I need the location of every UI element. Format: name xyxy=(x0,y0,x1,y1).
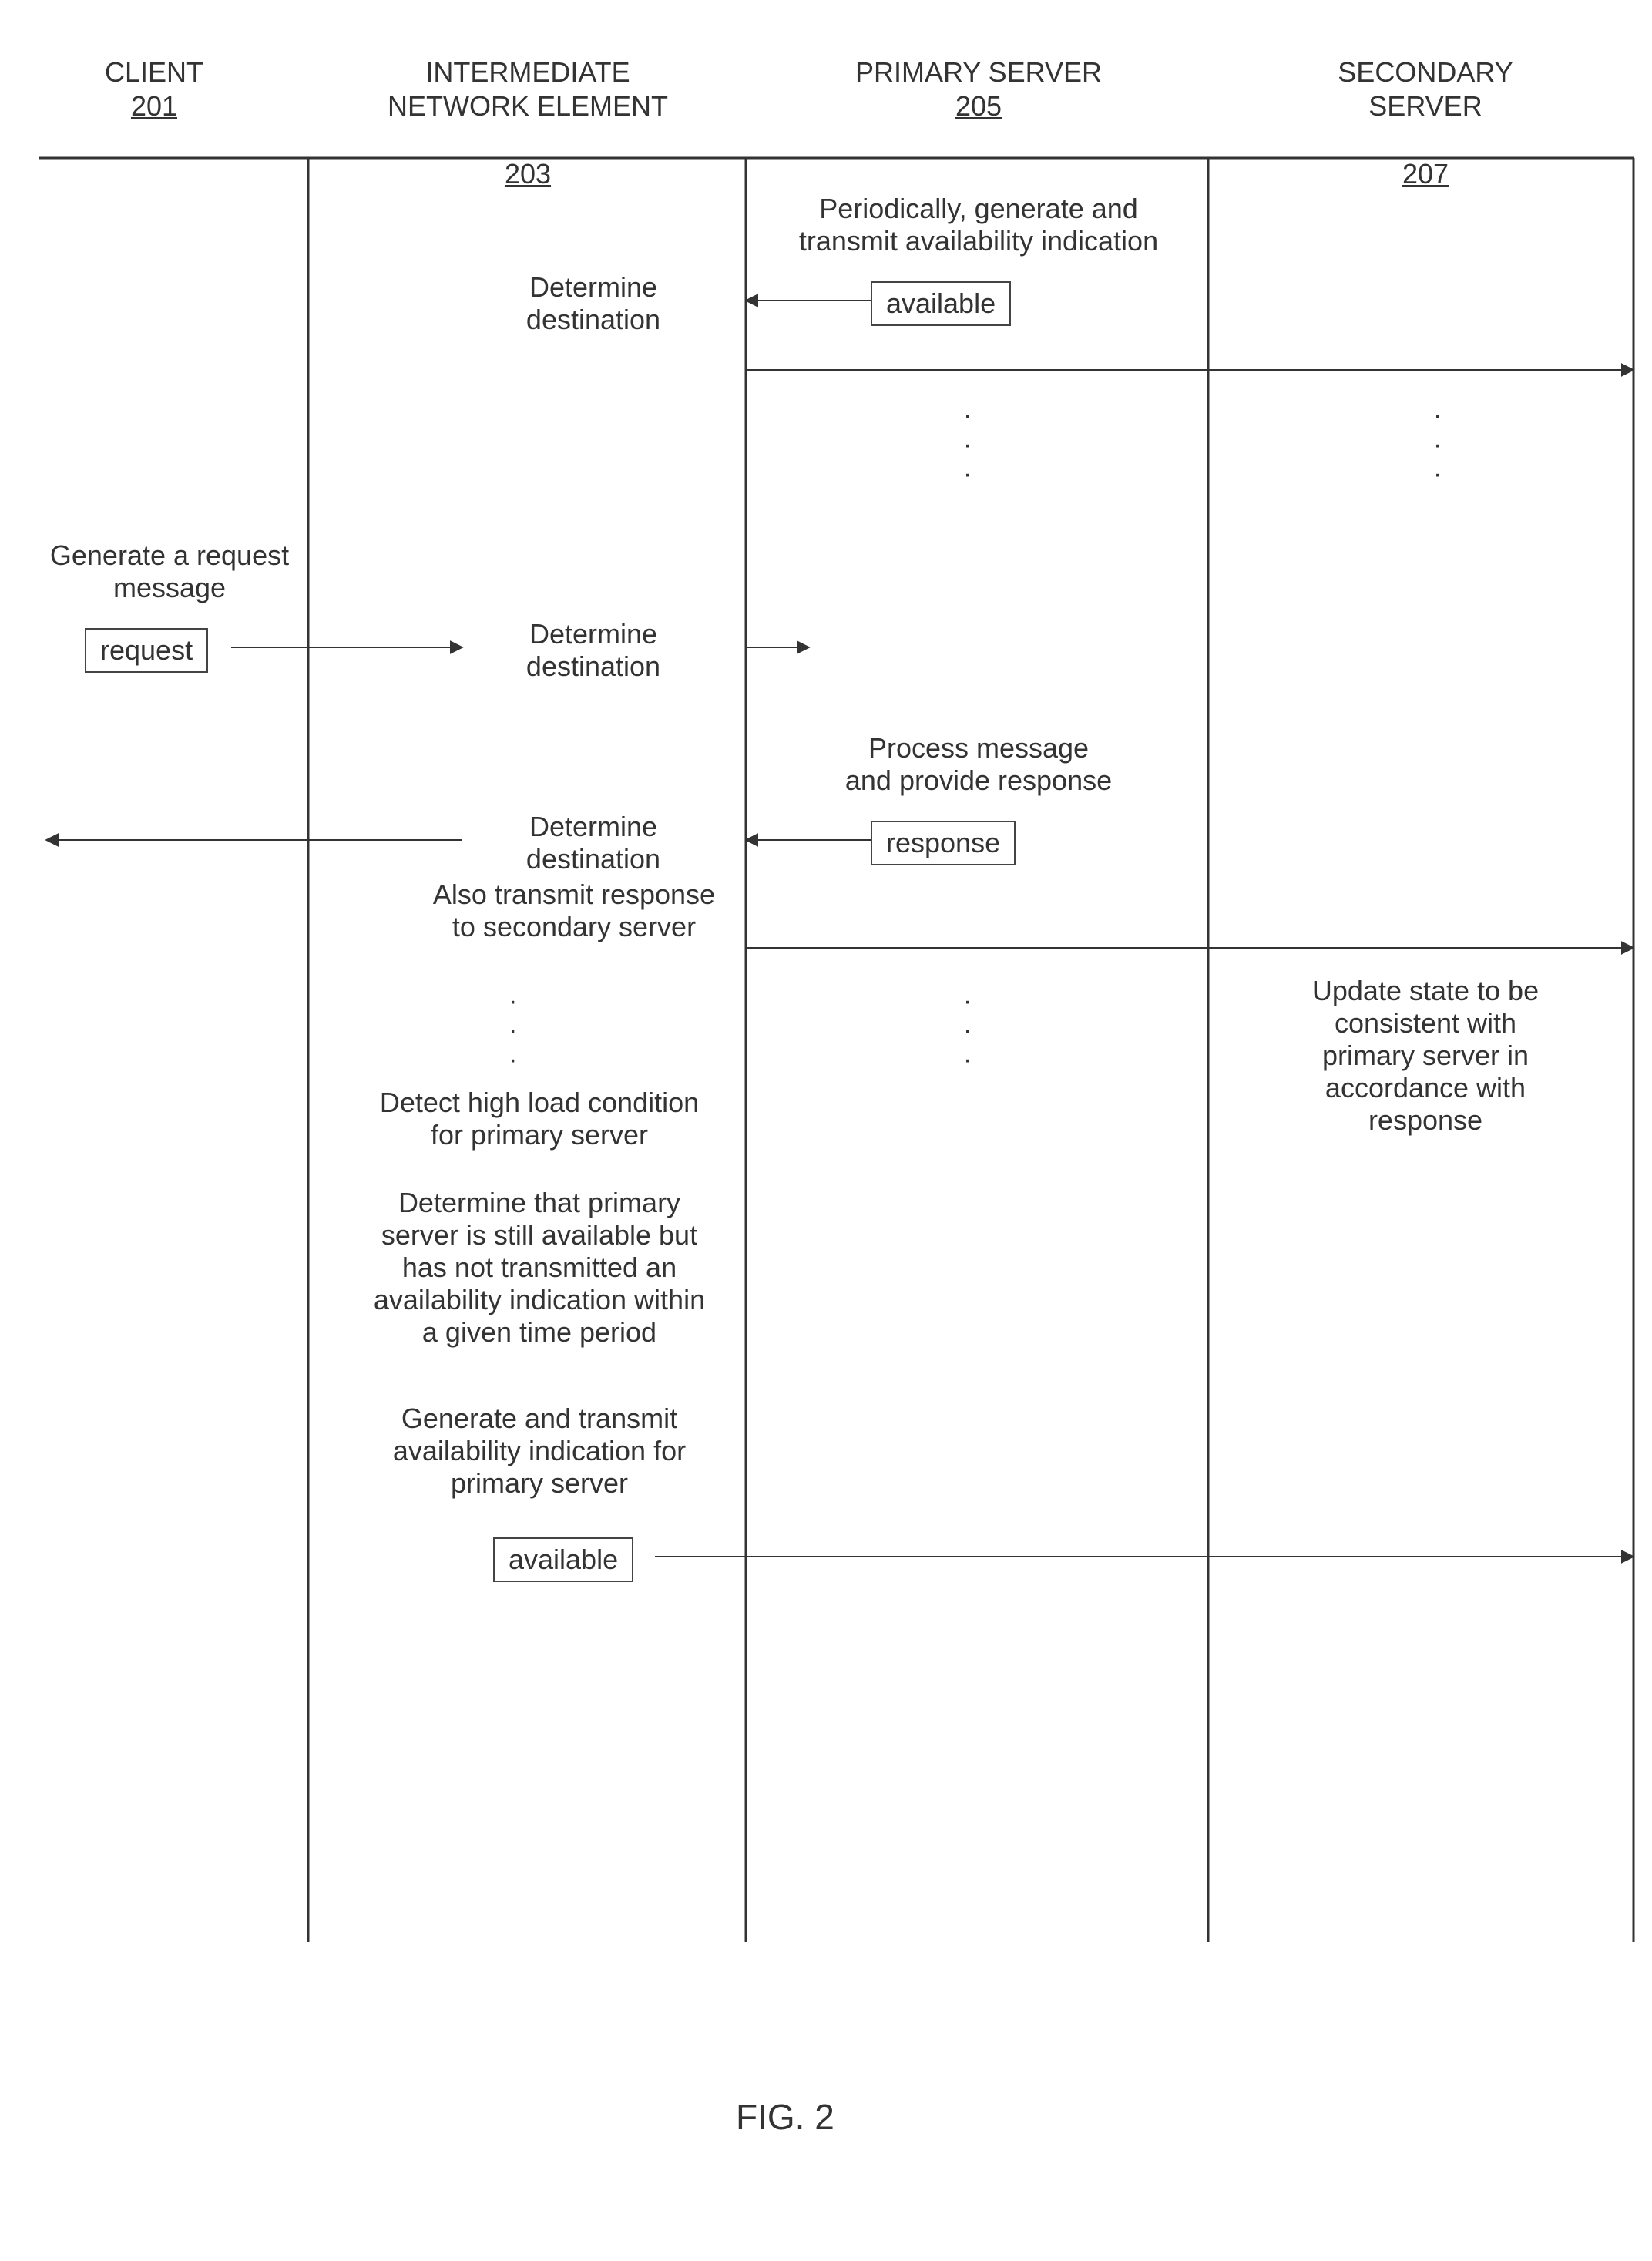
text-determine-avail: Determine that primary server is still a… xyxy=(347,1187,732,1349)
ellipsis-1: · · · xyxy=(963,401,972,489)
text-update-state: Update state to be consistent with prima… xyxy=(1233,975,1618,1137)
box-response: response xyxy=(871,821,1016,865)
text-det-dest-1: Determine destination xyxy=(478,271,709,336)
ellipsis-2: · · · xyxy=(1433,401,1442,489)
text-process-msg: Process message and provide response xyxy=(782,732,1175,797)
text-gen-request: Generate a request message xyxy=(31,539,308,604)
box-request: request xyxy=(85,628,208,673)
sequence-diagram: CLIENT 201 INTERMEDIATE NETWORK ELEMENT … xyxy=(0,0,1652,2261)
ellipsis-4: · · · xyxy=(963,986,972,1074)
ellipsis-3: · · · xyxy=(509,986,517,1074)
text-det-dest-2: Determine destination xyxy=(478,618,709,683)
box-available-2: available xyxy=(493,1537,633,1582)
text-also-transmit: Also transmit response to secondary serv… xyxy=(408,879,740,943)
text-detect-load: Detect high load condition for primary s… xyxy=(354,1087,724,1151)
text-gen-avail: Generate and transmit availability indic… xyxy=(362,1403,717,1500)
text-periodic: Periodically, generate and transmit avai… xyxy=(774,193,1183,257)
figure-label: FIG. 2 xyxy=(736,2096,834,2138)
text-det-dest-3: Determine destination xyxy=(478,811,709,875)
box-available-1: available xyxy=(871,281,1011,326)
